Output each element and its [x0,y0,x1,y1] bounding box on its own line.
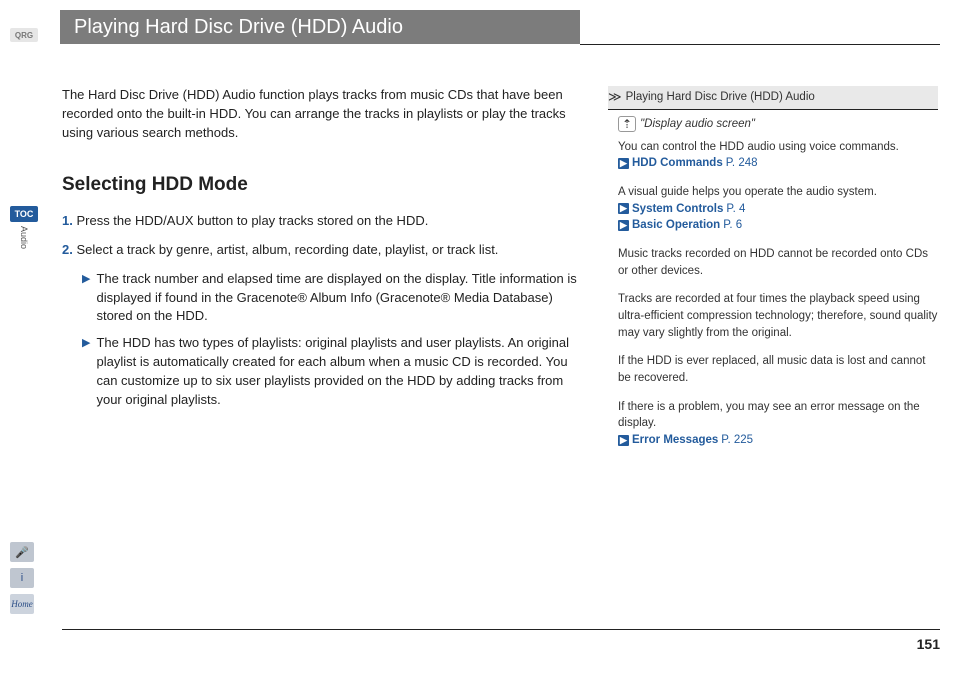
triangle-icon: ▶ [82,334,90,409]
side-block-text: If there is a problem, you may see an er… [618,399,938,432]
link-label: HDD Commands [632,155,723,172]
side-block-text: A visual guide helps you operate the aud… [618,184,938,201]
voice-icon-small: ⇡ [618,116,636,132]
voice-icon[interactable]: 🎤 [10,542,34,562]
chevron-icon: ≫ [608,88,622,107]
side-block-text: Tracks are recorded at four times the pl… [618,291,938,341]
voice-command-text: "Display audio screen" [640,116,755,133]
link-label: Error Messages [632,432,718,449]
step-2: 2. Select a track by genre, artist, albu… [62,241,582,260]
step-1: 1. Press the HDD/AUX button to play trac… [62,212,582,231]
side-icons: 🎤 i Home [10,542,38,614]
link-label: Basic Operation [632,217,720,234]
cross-ref-link[interactable]: ▶ System Controls P. 4 [618,201,938,218]
side-block: A visual guide helps you operate the aud… [618,184,938,234]
link-page: P. 4 [726,201,745,218]
side-column: ≫ Playing Hard Disc Drive (HDD) Audio ⇡ … [608,86,938,461]
side-block: You can control the HDD audio using voic… [618,139,938,172]
bullet-list: ▶ The track number and elapsed time are … [82,270,582,410]
step-number: 1. [62,213,73,228]
qrg-badge[interactable]: QRG [10,28,38,42]
page-title: Playing Hard Disc Drive (HDD) Audio [74,16,403,39]
bullet-text: The HDD has two types of playlists: orig… [96,334,582,409]
home-icon[interactable]: Home [10,594,34,614]
bullet-item: ▶ The track number and elapsed time are … [82,270,582,327]
side-column-header: ≫ Playing Hard Disc Drive (HDD) Audio [608,86,938,109]
toc-group: TOC Audio [10,206,38,249]
step-number: 2. [62,242,73,257]
left-sidebar: QRG TOC Audio 🎤 i Home [0,0,48,674]
intro-paragraph: The Hard Disc Drive (HDD) Audio function… [62,86,582,143]
page-number: 151 [917,636,940,652]
page-title-bar: Playing Hard Disc Drive (HDD) Audio [60,10,580,44]
section-heading: Selecting HDD Mode [62,171,582,199]
step-text: Press the HDD/AUX button to play tracks … [76,213,428,228]
section-label-vertical: Audio [19,226,29,249]
side-block-text: Music tracks recorded on HDD cannot be r… [618,246,938,279]
footer-rule [62,629,940,630]
side-header-text: Playing Hard Disc Drive (HDD) Audio [626,89,815,106]
side-block: If there is a problem, you may see an er… [618,399,938,449]
link-page: P. 225 [721,432,753,449]
link-label: System Controls [632,201,723,218]
info-icon[interactable]: i [10,568,34,588]
bullet-text: The track number and elapsed time are di… [96,270,582,327]
title-rule [580,44,940,45]
side-block: If the HDD is ever replaced, all music d… [618,353,938,386]
side-rule [608,109,938,110]
bullet-item: ▶ The HDD has two types of playlists: or… [82,334,582,409]
page-content: Playing Hard Disc Drive (HDD) Audio The … [48,0,954,674]
step-text: Select a track by genre, artist, album, … [76,242,498,257]
cross-ref-link[interactable]: ▶ Error Messages P. 225 [618,432,938,449]
side-block-text: If the HDD is ever replaced, all music d… [618,353,938,386]
voice-command-line: ⇡ "Display audio screen" [618,116,938,133]
side-block: Tracks are recorded at four times the pl… [618,291,938,341]
toc-badge[interactable]: TOC [10,206,38,222]
link-arrow-icon: ▶ [618,158,629,169]
main-column: The Hard Disc Drive (HDD) Audio function… [62,86,582,418]
triangle-icon: ▶ [82,270,90,327]
link-arrow-icon: ▶ [618,220,629,231]
side-block: Music tracks recorded on HDD cannot be r… [618,246,938,279]
link-arrow-icon: ▶ [618,203,629,214]
cross-ref-link[interactable]: ▶ HDD Commands P. 248 [618,155,938,172]
link-page: P. 248 [726,155,758,172]
cross-ref-link[interactable]: ▶ Basic Operation P. 6 [618,217,938,234]
link-page: P. 6 [723,217,742,234]
link-arrow-icon: ▶ [618,435,629,446]
side-block-text: You can control the HDD audio using voic… [618,139,938,156]
